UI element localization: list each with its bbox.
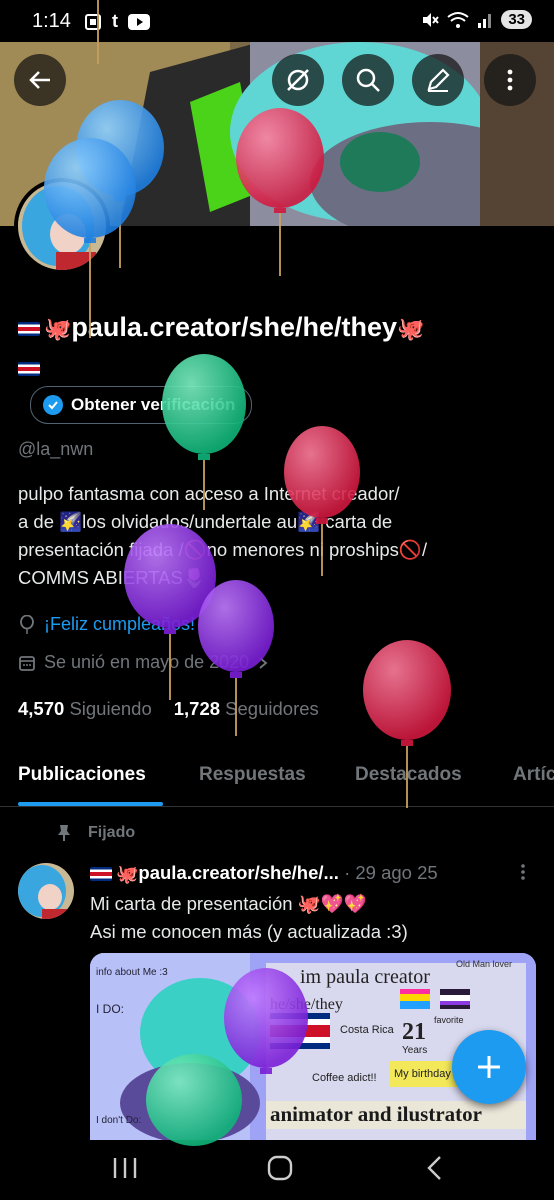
back-nav-icon[interactable] <box>424 1154 444 1182</box>
image-doodle-do: I DO: <box>96 1002 124 1016</box>
image-number: 21 <box>402 1019 426 1045</box>
joined-date: Se unió en mayo de 2020 <box>44 652 250 672</box>
get-verified-button[interactable]: Obtener verificación <box>30 386 253 424</box>
tumblr-icon: t <box>112 11 118 31</box>
image-favorite: favorite <box>434 1015 464 1025</box>
compose-post-button[interactable] <box>452 1030 526 1104</box>
bio-line: presentación fijada /🚫no menores ni pros… <box>18 539 428 560</box>
pinned-label: Fijado <box>56 824 135 842</box>
battery-indicator: 33 <box>501 10 532 29</box>
edit-button[interactable] <box>412 54 464 106</box>
tab-destacados[interactable]: Destacados <box>355 764 462 786</box>
costa-rica-flag-icon <box>90 867 112 882</box>
image-coffee: Coffee adict!! <box>312 1072 377 1084</box>
image-doodle-dont: I don't Do: <box>96 1115 141 1126</box>
costa-rica-flag-icon <box>18 321 40 336</box>
tab-publicaciones[interactable]: Publicaciones <box>18 764 146 786</box>
image-birthday: My birthday <box>394 1068 451 1080</box>
wifi-icon <box>447 11 469 28</box>
followers-link[interactable]: 1,728 Seguidores <box>174 698 319 720</box>
post-text: Mi carta de presentación 🐙💖💖 Asi me cono… <box>90 893 408 942</box>
youtube-icon <box>128 13 150 30</box>
arrow-left-icon <box>29 71 50 89</box>
status-time: 1:14 <box>32 10 71 32</box>
image-pronouns: he/she/they <box>270 996 343 1013</box>
following-link[interactable]: 4,570 Siguiendo <box>18 698 152 720</box>
verified-badge-icon <box>43 395 63 415</box>
follow-stats: 4,570 Siguiendo 1,728 Seguidores <box>18 698 319 720</box>
back-button[interactable] <box>14 54 66 106</box>
signal-icon <box>478 13 492 28</box>
image-title: im paula creator <box>300 966 430 988</box>
search-button[interactable] <box>342 54 394 106</box>
bio-line: COMMS ABIERTAS🌷 <box>18 567 206 588</box>
pin-icon <box>58 825 70 841</box>
post-avatar-image <box>18 863 74 919</box>
grok-icon <box>287 69 309 91</box>
post-author-name[interactable]: paula.creator/she/he/... <box>138 862 339 883</box>
profile-bio: pulpo fantasma con acceso a Internet cre… <box>18 480 538 592</box>
profile-handle: @la_nwn <box>18 439 94 459</box>
tab-respuestas[interactable]: Respuestas <box>199 764 306 786</box>
image-costa: Costa Rica <box>340 1024 395 1036</box>
octopus-icon: 🐙 <box>44 315 72 341</box>
display-name: 🐙paula.creator/she/he/they🐙 <box>18 308 538 386</box>
chevron-right-icon <box>259 656 268 669</box>
avatar[interactable] <box>14 178 110 274</box>
octopus-icon: 🐙 <box>397 315 425 341</box>
screenshot-icon <box>85 13 101 30</box>
pencil-icon <box>427 68 450 92</box>
post-date[interactable]: · 29 ago 25 <box>344 862 438 883</box>
mute-icon <box>423 12 440 27</box>
status-bar: 1:14 t 33 <box>0 0 554 42</box>
get-verified-label: Obtener verificación <box>71 395 236 414</box>
calendar-icon <box>19 655 35 671</box>
more-options-button[interactable] <box>484 54 536 106</box>
home-icon[interactable] <box>266 1154 294 1182</box>
bio-line: a de 🌠los olvidados/undertale au🌠 carta … <box>18 511 393 532</box>
post-header: 🐙paula.creator/she/he/... · 29 ago 25 <box>90 862 438 885</box>
profile-tabs: Publicaciones Respuestas Destacados Artí… <box>0 748 554 807</box>
post-more-button[interactable] <box>518 862 528 887</box>
post-author-avatar[interactable] <box>18 863 74 919</box>
search-icon <box>356 68 380 92</box>
more-vertical-icon <box>507 69 513 91</box>
birthday-row: ¡Feliz cumpleaños! <box>18 614 195 635</box>
avatar-image <box>18 182 106 270</box>
bio-line: pulpo fantasma con acceso a Internet cre… <box>18 483 400 504</box>
plus-icon <box>478 1056 500 1078</box>
active-tab-indicator <box>18 802 163 806</box>
tab-articulos[interactable]: Artíc <box>513 764 554 786</box>
image-oldman: Old Man lover <box>456 959 512 969</box>
octopus-icon: 🐙 <box>116 863 139 884</box>
recent-apps-icon[interactable] <box>112 1156 138 1180</box>
costa-rica-flag-icon <box>18 361 40 376</box>
image-footer: animator and ilustrator <box>270 1102 482 1126</box>
more-vertical-icon <box>521 864 525 880</box>
birthday-text[interactable]: ¡Feliz cumpleaños! <box>44 614 195 635</box>
grok-button[interactable] <box>272 54 324 106</box>
image-info: info about Me :3 <box>96 967 168 978</box>
balloon-icon <box>20 614 34 634</box>
image-years: Years <box>402 1045 427 1056</box>
system-nav-bar <box>0 1140 554 1200</box>
joined-row[interactable]: Se unió en mayo de 2020 <box>18 652 269 673</box>
